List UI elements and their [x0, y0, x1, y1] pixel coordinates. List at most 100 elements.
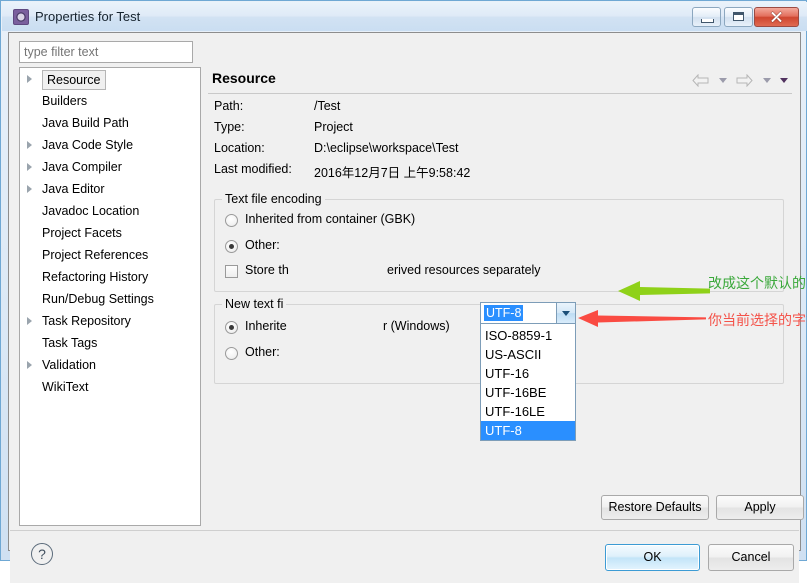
- sidebar-item-validation[interactable]: Validation: [20, 354, 200, 376]
- dropdown-option[interactable]: UTF-16LE: [481, 402, 575, 421]
- group-legend: Text file encoding: [222, 192, 325, 206]
- chevron-down-icon[interactable]: [556, 303, 575, 323]
- chevron-right-icon[interactable]: [27, 317, 32, 325]
- radio-delimiter-inherited-label-left: Inherite: [245, 319, 287, 333]
- sidebar-item-java-build-path[interactable]: Java Build Path: [20, 112, 200, 134]
- ok-button[interactable]: OK: [605, 544, 700, 571]
- sidebar-item-label: Task Repository: [42, 314, 131, 328]
- sidebar-item-label: Javadoc Location: [42, 204, 140, 218]
- info-value: D:\eclipse\workspace\Test: [314, 141, 459, 155]
- page-nav-toolbar: [686, 73, 788, 91]
- info-key: Path:: [214, 99, 244, 113]
- encoding-other-row: Other:: [215, 235, 783, 260]
- encoding-inherited-row: Inherited from container (GBK): [215, 210, 783, 235]
- forward-arrow-icon[interactable]: [736, 74, 753, 88]
- info-value: Project: [314, 120, 353, 134]
- sidebar-item-task-tags[interactable]: Task Tags: [20, 332, 200, 354]
- radio-delimiter-other-label: Other:: [245, 345, 280, 359]
- settings-tree[interactable]: Resource Builders Java Build Path Java Code…: [19, 67, 201, 526]
- sidebar-item-label: Java Code Style: [42, 138, 134, 152]
- sidebar-item-label: Builders: [42, 94, 88, 108]
- sidebar-item-label: Project Facets: [42, 226, 122, 240]
- sidebar-item-project-references[interactable]: Project References: [20, 244, 200, 266]
- page-title-divider: [208, 93, 792, 94]
- sidebar-item-java-code-style[interactable]: Java Code Style: [20, 134, 200, 156]
- cancel-button[interactable]: Cancel: [708, 544, 794, 571]
- sidebar-item-java-editor[interactable]: Java Editor: [20, 178, 200, 200]
- title-bar[interactable]: Properties for Test: [2, 2, 807, 31]
- sidebar-item-label: Project References: [42, 248, 149, 262]
- sidebar-item-javadoc-location[interactable]: Javadoc Location: [20, 200, 200, 222]
- properties-dialog-window: Properties for Test Resource Builders Java…: [0, 0, 807, 583]
- info-row: Type: Project: [208, 120, 792, 141]
- encoding-combo-dropdown[interactable]: ISO-8859-1 US-ASCII UTF-16 UTF-16BE UTF-16LE…: [480, 324, 576, 441]
- dropdown-option[interactable]: UTF-16BE: [481, 383, 575, 402]
- chevron-right-icon[interactable]: [27, 75, 32, 83]
- view-menu-icon[interactable]: [780, 78, 788, 84]
- sidebar-item-label: Refactoring History: [42, 270, 149, 284]
- sidebar-item-run-debug-settings[interactable]: Run/Debug Settings: [20, 288, 200, 310]
- radio-delimiter-other[interactable]: [225, 347, 238, 360]
- encoding-combo-box[interactable]: UTF-8: [480, 302, 576, 324]
- radio-delimiter-inherited[interactable]: [225, 321, 238, 334]
- apply-button[interactable]: Apply: [716, 495, 804, 520]
- dropdown-option[interactable]: UTF-16: [481, 364, 575, 383]
- sidebar-item-task-repository[interactable]: Task Repository: [20, 310, 200, 332]
- chevron-right-icon[interactable]: [27, 163, 32, 171]
- checkbox-store-derived-separately[interactable]: [225, 265, 238, 278]
- radio-encoding-other-label: Other:: [245, 238, 280, 252]
- sidebar-item-resource[interactable]: Resource: [20, 68, 200, 90]
- dropdown-option[interactable]: US-ASCII: [481, 345, 575, 364]
- chevron-right-icon[interactable]: [27, 141, 32, 149]
- chevron-right-icon[interactable]: [27, 185, 32, 193]
- dialog-client-area: Resource Builders Java Build Path Java Code…: [8, 32, 807, 583]
- annotation-red-text: 你当前选择的字符编码: [708, 313, 807, 329]
- info-key: Type:: [214, 120, 245, 134]
- info-value: 2016年12月7日 上午9:58:42: [314, 166, 471, 180]
- sidebar-item-label: Resource: [42, 70, 106, 90]
- back-history-dropdown-icon[interactable]: [718, 78, 727, 84]
- group-legend: New text fi: [222, 297, 287, 311]
- chevron-right-icon[interactable]: [27, 361, 32, 369]
- sidebar-item-label: Java Build Path: [42, 116, 129, 130]
- page-title: Resource: [212, 70, 276, 86]
- dropdown-option[interactable]: ISO-8859-1: [481, 326, 575, 345]
- sidebar-item-wikitext[interactable]: WikiText: [20, 376, 200, 398]
- red-left-arrow: [578, 309, 706, 332]
- info-row: Last modified: 2016年12月7日 上午9:58:42: [208, 162, 792, 183]
- info-key: Last modified:: [214, 162, 292, 176]
- search-input[interactable]: [19, 41, 193, 63]
- sidebar-item-project-facets[interactable]: Project Facets: [20, 222, 200, 244]
- radio-encoding-inherited-label: Inherited from container (GBK): [245, 212, 416, 226]
- store-derived-label-right: erived resources separately: [387, 263, 541, 277]
- sidebar-item-refactoring-history[interactable]: Refactoring History: [20, 266, 200, 288]
- info-key: Location:: [214, 141, 265, 155]
- radio-encoding-other[interactable]: [225, 240, 238, 253]
- restore-button[interactable]: [724, 7, 753, 27]
- forward-history-dropdown-icon[interactable]: [762, 78, 771, 84]
- sidebar-item-builders[interactable]: Builders: [20, 90, 200, 112]
- close-button[interactable]: [754, 7, 799, 27]
- gear-icon: [13, 9, 29, 25]
- radio-encoding-inherited[interactable]: [225, 214, 238, 227]
- window-title: Properties for Test: [35, 9, 141, 24]
- sidebar-item-label: Task Tags: [42, 336, 98, 350]
- help-icon[interactable]: ?: [31, 543, 53, 565]
- back-arrow-icon[interactable]: [692, 74, 709, 88]
- info-row: Path: /Test: [208, 99, 792, 120]
- annotation-green-text: 改成这个默认的字符编码: [708, 276, 807, 292]
- minimize-button[interactable]: [692, 7, 721, 27]
- sidebar-item-java-compiler[interactable]: Java Compiler: [20, 156, 200, 178]
- text-file-encoding-group: Text file encoding Inherited from contai…: [214, 192, 784, 292]
- sidebar-item-label: WikiText: [42, 380, 89, 394]
- store-derived-label-left: Store th: [245, 263, 289, 277]
- page-content: Path: /Test Type: Project Location: D:\e…: [208, 99, 807, 487]
- sidebar-item-label: Validation: [42, 358, 96, 372]
- sidebar-item-label: Java Editor: [42, 182, 105, 196]
- dropdown-option[interactable]: UTF-8: [481, 421, 575, 440]
- green-left-arrow: [618, 280, 710, 305]
- restore-defaults-button[interactable]: Restore Defaults: [601, 495, 709, 520]
- resource-page: Resource Path: /Test Type: Project Locat…: [204, 37, 807, 491]
- encoding-combo-value: UTF-8: [484, 305, 524, 321]
- sidebar-item-label: Java Compiler: [42, 160, 122, 174]
